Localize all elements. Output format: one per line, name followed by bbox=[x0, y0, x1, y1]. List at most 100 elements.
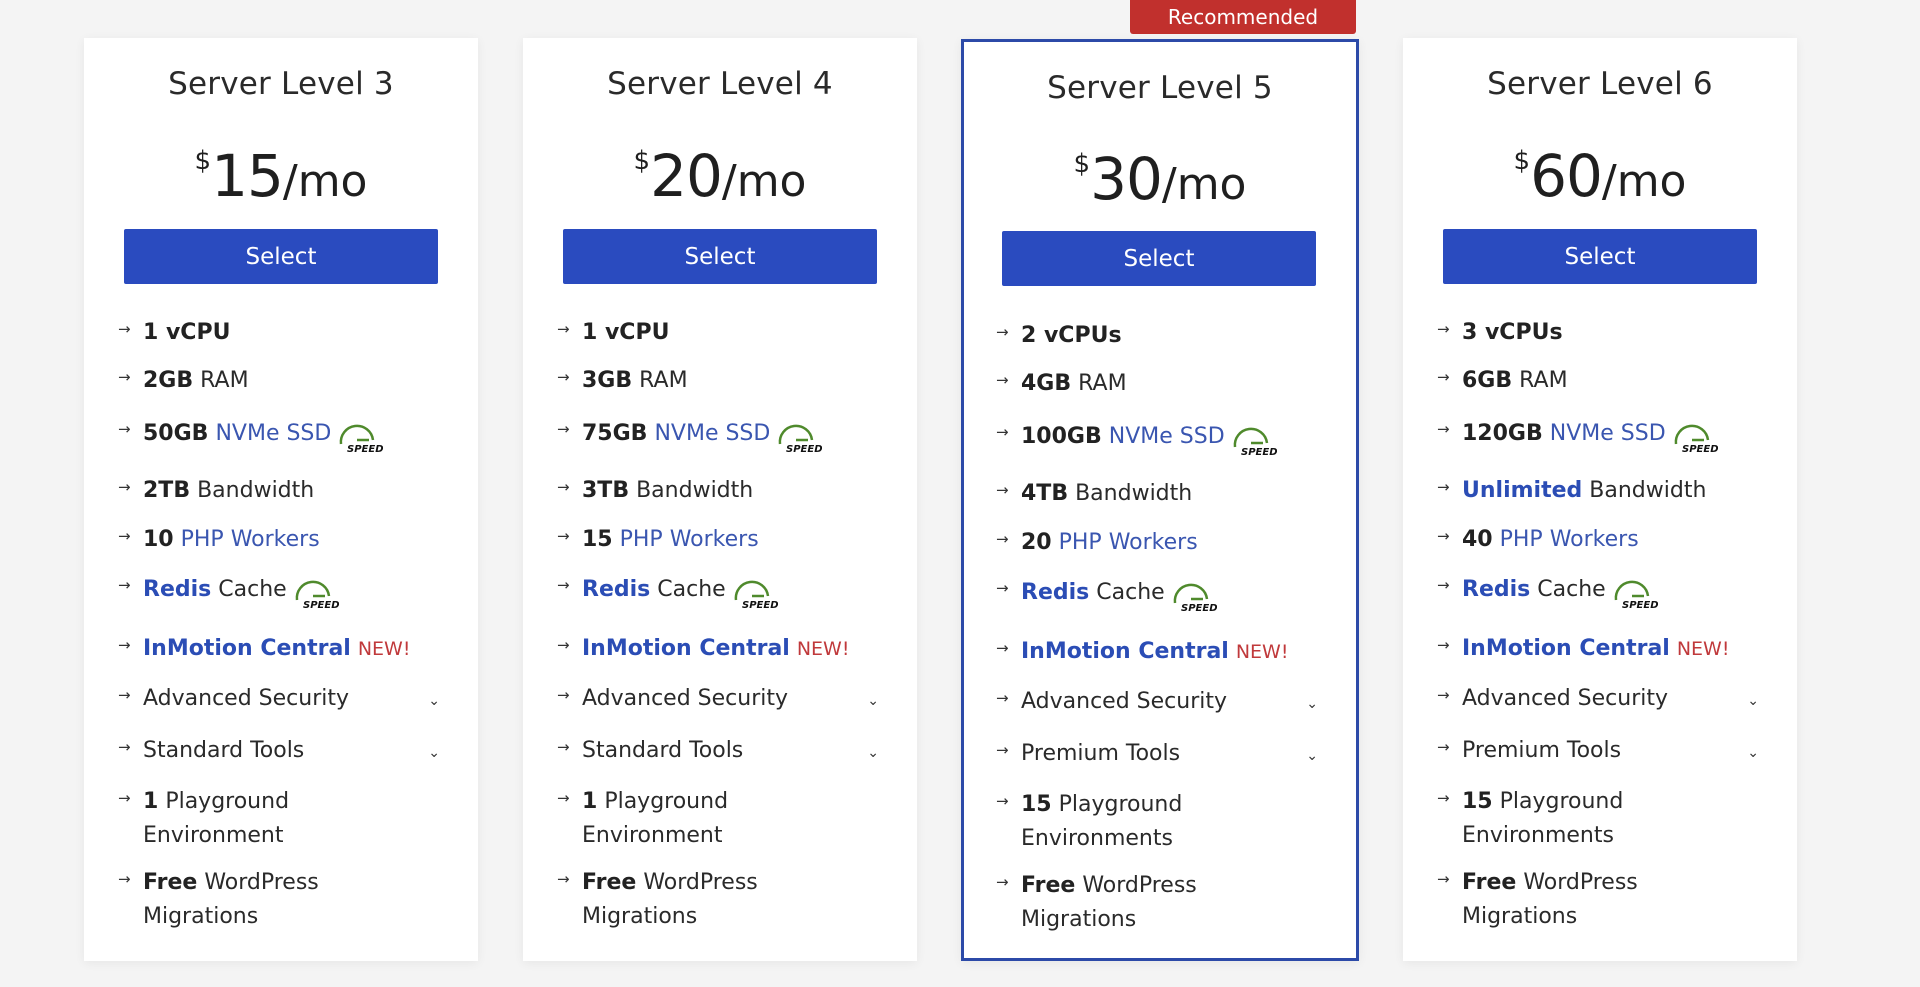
bandwidth-label: Bandwidth bbox=[197, 478, 315, 503]
inmotion-central-link[interactable]: InMotion Central bbox=[1462, 636, 1670, 661]
chevron-down-icon[interactable]: ⌄ bbox=[1306, 687, 1318, 721]
ram-label: RAM bbox=[639, 368, 688, 393]
feature-tools[interactable]: → Premium Tools ⌄ bbox=[1437, 734, 1767, 768]
feature-security[interactable]: → Advanced Security ⌄ bbox=[1437, 682, 1767, 716]
arrow-icon: → bbox=[1437, 527, 1450, 545]
arrow-icon: → bbox=[996, 792, 1009, 810]
redis-link[interactable]: Redis bbox=[1462, 577, 1530, 602]
security-label: Advanced Security bbox=[1462, 686, 1669, 711]
arrow-icon: → bbox=[557, 320, 570, 338]
playground-value: 15 bbox=[1462, 789, 1493, 814]
arrow-icon: → bbox=[996, 323, 1009, 341]
redis-label: Cache bbox=[218, 577, 287, 602]
nvme-ssd-link[interactable]: NVMe SSD bbox=[215, 421, 331, 446]
feature-inmotion-central: → InMotion Central NEW! bbox=[557, 632, 887, 666]
php-workers-link[interactable]: PHP Workers bbox=[620, 527, 759, 552]
speed-label: SPEED bbox=[347, 444, 383, 454]
feature-ram: → 2GB RAM bbox=[118, 364, 448, 398]
playground-label-2: Environment bbox=[143, 823, 284, 848]
migrations-value: Free bbox=[1462, 870, 1517, 895]
migrations-label-2: Migrations bbox=[582, 904, 698, 929]
migrations-label: WordPress bbox=[204, 870, 319, 895]
playground-label: Playground bbox=[1058, 792, 1183, 817]
feature-security[interactable]: → Advanced Security ⌄ bbox=[996, 685, 1326, 719]
feature-tools[interactable]: → Standard Tools ⌄ bbox=[557, 734, 887, 768]
feature-ssd: → 50GB NVMe SSD SPEED bbox=[118, 416, 448, 454]
playground-value: 15 bbox=[1021, 792, 1052, 817]
playground-value: 1 bbox=[582, 789, 598, 814]
php-value: 10 bbox=[143, 527, 174, 552]
select-plan-button[interactable]: Select bbox=[563, 229, 877, 284]
arrow-icon: → bbox=[118, 789, 131, 807]
ram-value: 4GB bbox=[1021, 371, 1072, 396]
arrow-icon: → bbox=[557, 420, 570, 438]
new-label: NEW! bbox=[357, 638, 411, 660]
plan-title: Server Level 6 bbox=[1487, 66, 1713, 102]
feature-ram: → 4GB RAM bbox=[996, 367, 1326, 401]
arrow-icon: → bbox=[118, 527, 131, 545]
inmotion-central-link[interactable]: InMotion Central bbox=[582, 636, 790, 661]
speed-icon: SPEED bbox=[295, 580, 339, 610]
select-plan-button[interactable]: Select bbox=[124, 229, 438, 284]
migrations-label: WordPress bbox=[1082, 873, 1197, 898]
bandwidth-label: Bandwidth bbox=[1589, 478, 1707, 503]
chevron-down-icon[interactable]: ⌄ bbox=[1306, 739, 1318, 773]
arrow-icon: → bbox=[1437, 420, 1450, 438]
php-workers-link[interactable]: PHP Workers bbox=[1500, 527, 1639, 552]
playground-label: Playground bbox=[604, 789, 729, 814]
feature-php-workers: → 20 PHP Workers bbox=[996, 526, 1326, 560]
feature-security[interactable]: → Advanced Security ⌄ bbox=[557, 682, 887, 716]
redis-label: Cache bbox=[657, 577, 726, 602]
plan-card-4: Server Level 6 $60/mo Select → 3 vCPUs →… bbox=[1403, 38, 1797, 961]
php-workers-link[interactable]: PHP Workers bbox=[181, 527, 320, 552]
cpu-value: 1 vCPU bbox=[582, 320, 670, 345]
feature-php-workers: → 10 PHP Workers bbox=[118, 523, 448, 557]
feature-security[interactable]: → Advanced Security ⌄ bbox=[118, 682, 448, 716]
ram-value: 2GB bbox=[143, 368, 194, 393]
arrow-icon: → bbox=[1437, 686, 1450, 704]
nvme-ssd-link[interactable]: NVMe SSD bbox=[654, 421, 770, 446]
redis-link[interactable]: Redis bbox=[582, 577, 650, 602]
bandwidth-value: 3TB bbox=[582, 478, 630, 503]
feature-tools[interactable]: → Premium Tools ⌄ bbox=[996, 737, 1326, 771]
redis-link[interactable]: Redis bbox=[143, 577, 211, 602]
chevron-down-icon[interactable]: ⌄ bbox=[1747, 684, 1759, 718]
plan-price: $60/mo bbox=[1403, 142, 1797, 210]
select-plan-button[interactable]: Select bbox=[1002, 231, 1316, 286]
nvme-ssd-link[interactable]: NVMe SSD bbox=[1109, 424, 1225, 449]
plan-card-3: Server Level 5 $30/mo Select → 2 vCPUs →… bbox=[961, 39, 1359, 961]
price-amount: 20 bbox=[650, 142, 723, 210]
ssd-value: 75GB bbox=[582, 421, 648, 446]
arrow-icon: → bbox=[557, 789, 570, 807]
chevron-down-icon[interactable]: ⌄ bbox=[867, 684, 879, 718]
feature-ssd: → 100GB NVMe SSD SPEED bbox=[996, 419, 1326, 457]
inmotion-central-link[interactable]: InMotion Central bbox=[1021, 639, 1229, 664]
select-plan-button[interactable]: Select bbox=[1443, 229, 1757, 284]
chevron-down-icon[interactable]: ⌄ bbox=[428, 684, 440, 718]
migrations-label: WordPress bbox=[1523, 870, 1638, 895]
redis-link[interactable]: Redis bbox=[1021, 580, 1089, 605]
feature-redis: → Redis Cache SPEED bbox=[557, 572, 887, 610]
ram-label: RAM bbox=[1519, 368, 1568, 393]
ram-value: 6GB bbox=[1462, 368, 1513, 393]
nvme-ssd-link[interactable]: NVMe SSD bbox=[1550, 421, 1666, 446]
speed-icon: SPEED bbox=[1233, 427, 1277, 457]
chevron-down-icon[interactable]: ⌄ bbox=[428, 736, 440, 770]
price-currency: $ bbox=[194, 146, 212, 176]
speed-label: SPEED bbox=[1682, 444, 1718, 454]
price-period: /mo bbox=[1161, 159, 1247, 210]
arrow-icon: → bbox=[1437, 576, 1450, 594]
chevron-down-icon[interactable]: ⌄ bbox=[867, 736, 879, 770]
price-period: /mo bbox=[721, 156, 807, 207]
security-label: Advanced Security bbox=[582, 686, 789, 711]
chevron-down-icon[interactable]: ⌄ bbox=[1747, 736, 1759, 770]
tools-label: Standard Tools bbox=[582, 738, 744, 763]
php-workers-link[interactable]: PHP Workers bbox=[1059, 530, 1198, 555]
feature-inmotion-central: → InMotion Central NEW! bbox=[1437, 632, 1767, 666]
inmotion-central-link[interactable]: InMotion Central bbox=[143, 636, 351, 661]
new-label: NEW! bbox=[796, 638, 850, 660]
speed-label: SPEED bbox=[1241, 447, 1277, 457]
arrow-icon: → bbox=[557, 368, 570, 386]
feature-tools[interactable]: → Standard Tools ⌄ bbox=[118, 734, 448, 768]
migrations-label-2: Migrations bbox=[1462, 904, 1578, 929]
